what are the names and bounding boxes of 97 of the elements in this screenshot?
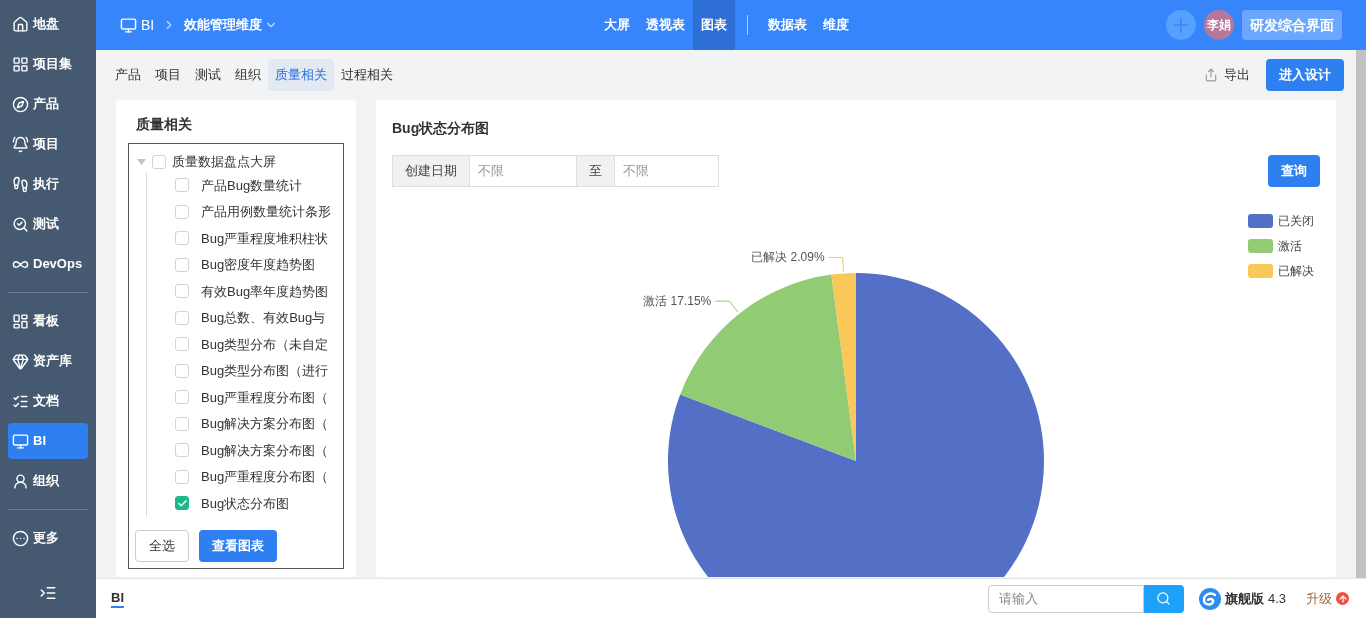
- sidebar-item[interactable]: 更多: [8, 520, 88, 556]
- upgrade-button[interactable]: 升级: [1306, 588, 1349, 609]
- collapse-icon[interactable]: [39, 584, 57, 602]
- checkbox[interactable]: [175, 231, 189, 246]
- checkbox[interactable]: [152, 155, 166, 169]
- tree-item[interactable]: 产品Bug数量统计: [201, 175, 303, 195]
- tree-item[interactable]: Bug类型分布图（进行: [201, 361, 329, 381]
- design-button[interactable]: 进入设计: [1266, 59, 1344, 91]
- category-tab[interactable]: 组织: [228, 59, 268, 91]
- tree-item[interactable]: Bug密度年度趋势图: [201, 255, 316, 275]
- footprints-icon: [12, 175, 29, 193]
- dimension-dropdown[interactable]: 效能管理维度: [184, 15, 279, 35]
- category-tab[interactable]: 质量相关: [268, 59, 334, 91]
- slice-label: 已解决 2.09%: [751, 250, 825, 265]
- bottom-tab[interactable]: BI: [111, 589, 124, 608]
- tree-item[interactable]: 产品用例数量统计条形: [201, 202, 331, 222]
- tree-item[interactable]: Bug总数、有效Bug与: [201, 308, 326, 328]
- checkbox[interactable]: [175, 337, 189, 352]
- monitor-icon: [120, 16, 137, 34]
- bell-icon: [12, 135, 29, 153]
- more-icon: [12, 529, 29, 547]
- tree-item[interactable]: 有效Bug率年度趋势图: [201, 281, 329, 301]
- user-icon: [12, 472, 29, 490]
- search-icon: [12, 215, 29, 233]
- checkbox[interactable]: [175, 178, 189, 193]
- version-label: 4.3: [1267, 589, 1286, 608]
- top-tab[interactable]: 大屏: [596, 0, 638, 50]
- grid-icon: [12, 55, 29, 73]
- top-tab[interactable]: 维度: [815, 0, 857, 50]
- gem-icon: [12, 352, 29, 370]
- sidebar-item[interactable]: 看板: [8, 303, 88, 339]
- checkbox[interactable]: [175, 363, 189, 378]
- search-icon: [1156, 591, 1172, 606]
- category-tab[interactable]: 产品: [108, 59, 148, 91]
- checkbox[interactable]: [175, 469, 189, 484]
- legend-label[interactable]: 已关闭: [1278, 212, 1314, 230]
- compass-icon: [12, 95, 29, 113]
- category-tab[interactable]: 项目: [148, 59, 188, 91]
- share-icon: [1204, 68, 1218, 82]
- dashboard-icon: [12, 312, 29, 330]
- sidebar-item[interactable]: 资产库: [8, 343, 88, 379]
- sidebar-item[interactable]: 测试: [8, 206, 88, 242]
- sidebar-item[interactable]: 文档: [8, 383, 88, 419]
- checkbox[interactable]: [175, 496, 189, 511]
- select-all-button[interactable]: 全选: [135, 530, 189, 562]
- sidebar-item[interactable]: 地盘: [8, 6, 88, 42]
- monitor-icon: [12, 432, 29, 450]
- tree-item[interactable]: Bug解决方案分布图（: [201, 414, 329, 434]
- swirl-logo-icon: [1197, 586, 1222, 611]
- tree-item[interactable]: Bug严重程度分布图（: [201, 387, 329, 407]
- sidebar-item[interactable]: 组织: [8, 463, 88, 499]
- tree-item[interactable]: Bug严重程度堆积柱状: [201, 228, 329, 248]
- checkbox[interactable]: [175, 257, 189, 272]
- view-chart-button[interactable]: 查看图表: [199, 530, 277, 562]
- panel-title: 质量相关: [135, 115, 193, 134]
- checkbox[interactable]: [175, 310, 189, 325]
- legend-label[interactable]: 已解决: [1278, 262, 1314, 280]
- category-tab[interactable]: 过程相关: [334, 59, 400, 91]
- search-field[interactable]: 请输入: [987, 584, 1144, 613]
- checkbox[interactable]: [175, 204, 189, 219]
- top-tab[interactable]: 数据表: [760, 0, 815, 50]
- tree-item[interactable]: Bug状态分布图: [201, 493, 290, 513]
- checkbox[interactable]: [175, 390, 189, 405]
- legend-label[interactable]: 激活: [1278, 237, 1302, 255]
- checkbox[interactable]: [175, 284, 189, 299]
- scrollbar[interactable]: [1356, 50, 1366, 578]
- sidebar-item[interactable]: DevOps: [8, 246, 88, 282]
- filter-label: 创建日期: [392, 155, 470, 187]
- sidebar-item[interactable]: 项目集: [8, 46, 88, 82]
- tree-item[interactable]: Bug严重程度分布图（: [201, 467, 329, 487]
- range-separator: 至: [576, 155, 615, 187]
- sidebar-item[interactable]: 项目: [8, 126, 88, 162]
- leader-line: [828, 256, 845, 272]
- sidebar-item[interactable]: 执行: [8, 166, 88, 202]
- leader-line: [714, 300, 739, 313]
- module-name[interactable]: BI: [141, 14, 155, 36]
- add-button[interactable]: [1166, 10, 1196, 40]
- checkbox[interactable]: [175, 416, 189, 431]
- query-button[interactable]: 查询: [1268, 155, 1320, 187]
- tree-item[interactable]: 质量数据盘点大屏: [172, 152, 276, 172]
- caret-icon[interactable]: [137, 159, 146, 165]
- edition-label: 旗舰版: [1224, 589, 1264, 608]
- sidebar-item[interactable]: BI: [8, 423, 88, 459]
- end-date-field[interactable]: 不限: [615, 155, 719, 187]
- search-button[interactable]: [1143, 584, 1184, 613]
- home-icon: [12, 15, 29, 33]
- chart-title: Bug状态分布图: [391, 119, 491, 138]
- tree-item[interactable]: Bug解决方案分布图（: [201, 440, 329, 460]
- tree-item[interactable]: Bug类型分布（未自定: [201, 334, 329, 354]
- sidebar-item[interactable]: 产品: [8, 86, 88, 122]
- top-tab[interactable]: 透视表: [638, 0, 693, 50]
- export-button[interactable]: 导出: [1204, 65, 1250, 85]
- category-tab[interactable]: 测试: [188, 59, 228, 91]
- start-date-field[interactable]: 不限: [470, 155, 576, 187]
- slice-label: 激活 17.15%: [643, 294, 712, 309]
- checkbox[interactable]: [175, 443, 189, 458]
- top-tab[interactable]: 图表: [693, 0, 735, 50]
